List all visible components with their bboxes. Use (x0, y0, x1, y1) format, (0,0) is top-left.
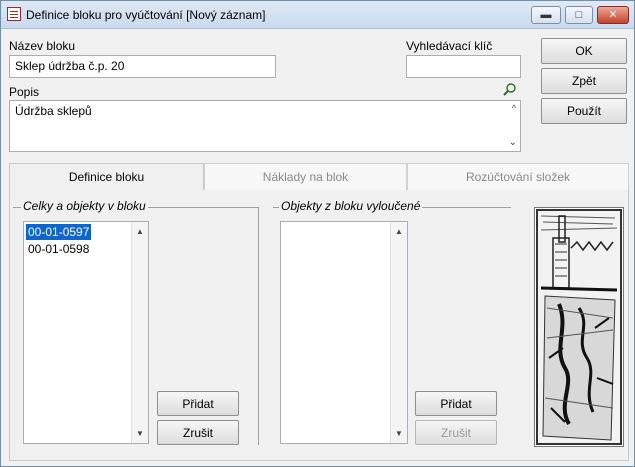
remove-excluded-button[interactable]: Zrušit (415, 420, 497, 445)
tab-definice-bloku[interactable]: Definice bloku (9, 163, 204, 190)
nazev-input[interactable]: Sklep údržba č.p. 20 (9, 55, 276, 78)
window-title: Definice bloku pro vyúčtování [Nový zázn… (26, 8, 266, 22)
scroll-up-icon[interactable]: ▲ (132, 225, 148, 239)
apply-button[interactable]: Použít (541, 98, 627, 124)
scroll-down-icon[interactable]: ⌄ (509, 137, 517, 148)
tab-rozuctovani-slozek[interactable]: Rozúčtování složek (407, 163, 629, 190)
list-item[interactable]: 00-01-0597 (26, 224, 92, 240)
magnifier-icon[interactable] (502, 82, 518, 98)
title-bar[interactable]: Definice bloku pro vyúčtování [Nový zázn… (1, 1, 634, 29)
popis-textarea[interactable]: Údržba sklepů ^ ⌄ (9, 100, 521, 152)
popis-text: Údržba sklepů (15, 104, 92, 118)
scroll-down-icon[interactable]: ▼ (391, 427, 407, 441)
excluded-scrollbar[interactable]: ▲ ▼ (390, 222, 407, 443)
popis-label: Popis (9, 85, 40, 99)
scroll-up-icon[interactable]: ▲ (391, 225, 407, 239)
add-included-button[interactable]: Přidat (157, 391, 239, 416)
minimize-button[interactable]: ▬ (531, 6, 561, 24)
excluded-listbox[interactable]: ▲ ▼ (280, 221, 408, 444)
form-icon (7, 7, 21, 21)
included-group-title: Celky a objekty v bloku (21, 199, 148, 213)
list-item[interactable]: 00-01-0598 (26, 241, 91, 257)
ok-button[interactable]: OK (541, 38, 627, 64)
nazev-label: Název bloku (9, 39, 76, 53)
klic-label: Vyhledávací klíč (406, 39, 493, 53)
remove-included-button[interactable]: Zrušit (157, 420, 239, 445)
scroll-up-icon[interactable]: ^ (512, 103, 516, 113)
klic-input[interactable] (406, 55, 521, 78)
group-divider-left (258, 207, 259, 445)
maximize-button[interactable]: □ (565, 6, 593, 24)
excluded-group-title: Objekty z bloku vyloučené (279, 199, 423, 213)
close-button[interactable]: ✕ (597, 6, 629, 24)
add-excluded-button[interactable]: Přidat (415, 391, 497, 416)
tab-naklady-na-blok[interactable]: Náklady na blok (204, 163, 407, 190)
sketch-illustration (534, 207, 624, 447)
included-scrollbar[interactable]: ▲ ▼ (131, 222, 148, 443)
back-button[interactable]: Zpět (541, 68, 627, 94)
scroll-down-icon[interactable]: ▼ (132, 427, 148, 441)
included-listbox[interactable]: 00-01-0597 00-01-0598 ▲ ▼ (23, 221, 149, 444)
dialog-window: Definice bloku pro vyúčtování [Nový zázn… (0, 0, 635, 467)
